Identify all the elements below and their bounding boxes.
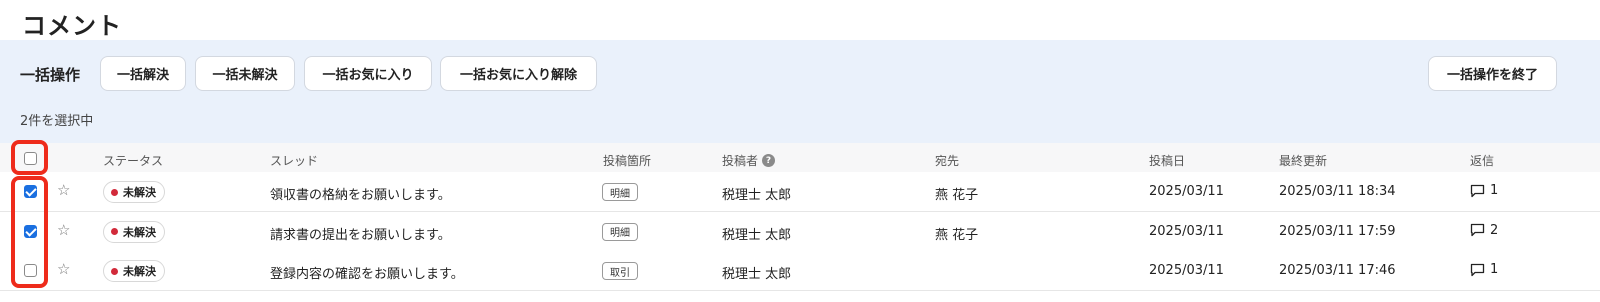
last-updated: 2025/03/11 17:59 [1279,223,1396,239]
comment-bubble-icon [1470,184,1485,197]
thread-title[interactable]: 登録内容の確認をお願いします。 [270,263,464,282]
bulk-action-label: 一括操作 [20,66,81,84]
author-name: 税理士 太郎 [722,227,792,243]
author-name: 税理士 太郎 [722,188,792,203]
thread-title[interactable]: 領収書の格納をお願いします。 [270,184,451,203]
header-location: 投稿箇所 [603,154,652,168]
reply-count-value: 1 [1490,183,1499,198]
reply-count-value: 2 [1490,222,1499,238]
recipient-name: 燕 花子 [935,188,979,203]
status-label: 未解決 [123,186,156,199]
bulk-action-panel: 一括操作 一括解決 一括未解決 一括お気に入り 一括お気に入り解除 一括操作を終… [0,40,1600,143]
reply-count-value: 1 [1490,262,1499,277]
header-thread: スレッド [270,154,319,168]
status-label: 未解決 [123,265,156,278]
last-updated: 2025/03/11 18:34 [1279,184,1396,199]
comment-bubble-icon [1470,223,1485,237]
posted-date: 2025/03/11 [1149,184,1224,199]
status-badge: 未解決 [103,220,165,243]
header-replies: 返信 [1470,154,1495,168]
comment-bubble-icon [1470,263,1485,276]
header-last-updated: 最終更新 [1279,154,1328,168]
header-author: 投稿者 ? [722,152,776,169]
reply-count[interactable]: 1 [1470,262,1498,277]
star-outline-icon[interactable]: ☆ [57,221,70,239]
status-dot-icon [111,188,118,196]
recipient-name: 燕 花子 [935,227,979,243]
table-row[interactable]: ☆ 未解決 登録内容の確認をお願いします。 取引 税理士 太郎 2025/03/… [0,251,1600,291]
reply-count[interactable]: 2 [1470,223,1498,238]
page-title: コメント [22,12,122,40]
status-badge: 未解決 [103,181,165,203]
header-recipient: 宛先 [935,154,960,168]
thread-title[interactable]: 請求書の提出をお願いします。 [270,224,451,243]
bulk-unfavorite-button[interactable]: 一括お気に入り解除 [440,56,597,91]
location-tag: 明細 [602,222,638,241]
header-posted-date: 投稿日 [1149,154,1186,168]
question-circle-icon[interactable]: ? [762,154,776,167]
header-author-label: 投稿者 [722,154,759,168]
bulk-favorite-button[interactable]: 一括お気に入り [304,56,432,91]
status-dot-icon [111,228,118,235]
author-name: 税理士 太郎 [722,267,792,282]
status-label: 未解決 [123,225,156,239]
table-row[interactable]: ☆ 未解決 領収書の格納をお願いします。 明細 税理士 太郎 燕 花子 2025… [0,172,1600,212]
table-row[interactable]: ☆ 未解決 請求書の提出をお願いします。 明細 税理士 太郎 燕 花子 2025… [0,211,1600,252]
location-tag: 取引 [602,262,638,280]
last-updated: 2025/03/11 17:46 [1279,263,1396,278]
star-outline-icon[interactable]: ☆ [57,181,70,199]
header-status: ステータス [103,154,164,168]
selected-count: 2件を選択中 [20,114,94,129]
star-outline-icon[interactable]: ☆ [57,260,70,278]
row-checkbox-highlight [11,176,48,288]
posted-date: 2025/03/11 [1149,263,1224,278]
reply-count[interactable]: 1 [1470,183,1498,198]
select-all-highlight [11,140,48,175]
end-bulk-action-button[interactable]: 一括操作を終了 [1428,56,1557,91]
bulk-unresolve-button[interactable]: 一括未解決 [195,56,295,91]
status-dot-icon [111,267,118,275]
status-badge: 未解決 [103,260,165,282]
posted-date: 2025/03/11 [1149,223,1224,239]
bulk-resolve-button[interactable]: 一括解決 [100,56,186,91]
location-tag: 明細 [602,183,638,201]
